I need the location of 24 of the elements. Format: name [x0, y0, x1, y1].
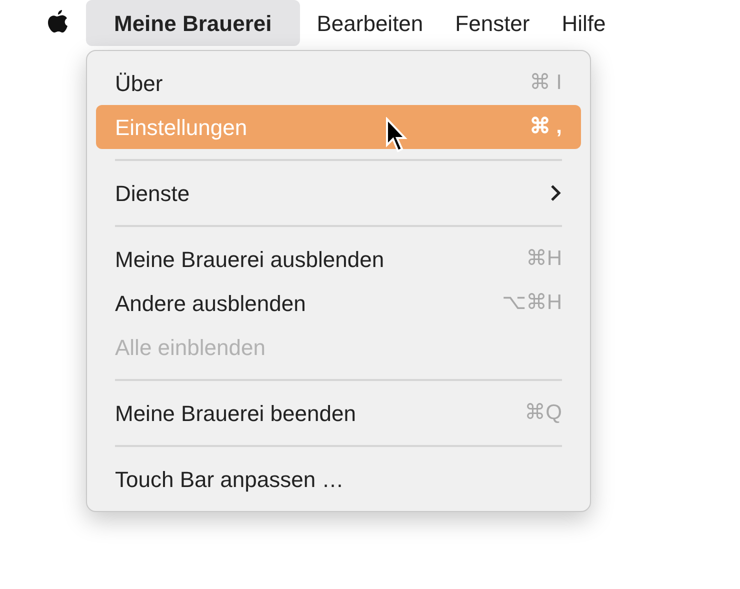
shortcut-label: ⌘ ,	[529, 114, 562, 140]
menu-item-label: Meine Brauerei ausblenden	[115, 246, 384, 274]
shortcut-label: ⌘H	[526, 246, 562, 272]
menu-item[interactable]: Meine Brauerei beenden ⌘Q	[96, 391, 581, 435]
shortcut-label: ⌥⌘H	[502, 290, 562, 316]
menu-item-label: Touch Bar anpassen …	[115, 466, 344, 494]
chevron-right-icon	[550, 184, 562, 202]
menu-item-label: Alle einblenden	[115, 334, 266, 362]
menu-item-label: Über	[115, 70, 163, 98]
menu-item[interactable]: Dienste	[96, 171, 581, 215]
menu-bar-item[interactable]: Hilfe	[546, 0, 621, 46]
menu-bar-item[interactable]: Bearbeiten	[302, 0, 438, 46]
shortcut-label: ⌘ I	[529, 70, 562, 96]
menu-bar-item[interactable]: Fenster	[440, 0, 545, 46]
menu-item-label: Andere ausblenden	[115, 290, 306, 318]
menu-item-label: Einstellungen	[115, 114, 248, 142]
menu-item[interactable]: Meine Brauerei ausblenden ⌘H	[96, 237, 581, 281]
menu-item-label: Dienste	[115, 180, 190, 208]
shortcut-label: ⌘Q	[524, 400, 562, 426]
menu-item[interactable]: Über ⌘ I	[96, 61, 581, 105]
menu-item[interactable]: Andere ausblenden ⌥⌘H	[96, 281, 581, 325]
menu-bar-item[interactable]: Meine Brauerei	[86, 0, 300, 46]
menu-item-label: Meine Brauerei beenden	[115, 400, 356, 428]
menu-item[interactable]: Touch Bar anpassen …	[96, 457, 581, 501]
